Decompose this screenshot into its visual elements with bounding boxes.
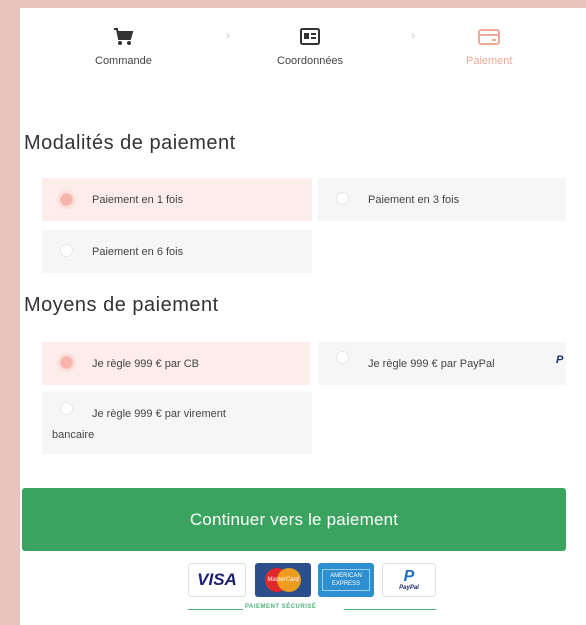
option-label-line-1: Je règle 999 € par virement: [92, 408, 226, 420]
paypal-icon: P: [556, 354, 564, 366]
option-paiement-3-fois[interactable]: Paiement en 3 fois: [318, 178, 566, 221]
step-coordonnees-label: Coordonnées: [277, 55, 344, 67]
secure-payment-label: PAIEMENT SÉCURISÉ: [245, 604, 317, 610]
option-paiement-6-fois[interactable]: Paiement en 6 fois: [42, 230, 312, 273]
radio[interactable]: [60, 244, 73, 257]
credit-card-icon: [477, 24, 501, 50]
amex-logo: AMERICAN EXPRESS: [318, 563, 374, 597]
option-virement[interactable]: Je règle 999 € par virement bancaire: [42, 392, 312, 454]
cart-icon: [112, 24, 134, 50]
paypal-logo: P PayPal: [382, 563, 436, 597]
option-label: Je règle 999 € par PayPal: [368, 358, 495, 370]
moyens-title: Moyens de paiement: [24, 294, 219, 316]
divider: [188, 609, 243, 610]
modalites-title: Modalités de paiement: [24, 132, 236, 154]
step-commande[interactable]: Commande: [95, 24, 152, 67]
step-paiement-label: Paiement: [466, 55, 513, 67]
option-label-line-2: bancaire: [52, 429, 95, 441]
id-card-icon: [299, 24, 321, 50]
option-label: Je règle 999 € par virement bancaire: [42, 392, 312, 454]
option-label: Je règle 999 € par CB: [92, 358, 200, 370]
radio[interactable]: [336, 192, 349, 205]
radio-selected[interactable]: [60, 356, 73, 369]
mastercard-logo: MasterCard: [255, 563, 311, 597]
option-label: Paiement en 3 fois: [368, 194, 460, 206]
chevron-right-icon: ›: [411, 28, 415, 42]
visa-logo: VISA: [188, 563, 246, 597]
option-paiement-1-fois[interactable]: Paiement en 1 fois: [42, 178, 312, 221]
step-coordonnees[interactable]: Coordonnées: [277, 24, 343, 67]
step-commande-label: Commande: [95, 55, 152, 67]
option-cb[interactable]: Je règle 999 € par CB: [42, 342, 310, 385]
step-paiement[interactable]: Paiement: [466, 24, 512, 67]
continue-payment-button[interactable]: Continuer vers le paiement: [22, 488, 566, 551]
chevron-right-icon: ›: [226, 28, 230, 42]
radio-selected[interactable]: [60, 193, 73, 206]
option-label: Paiement en 6 fois: [92, 246, 184, 258]
option-paypal[interactable]: Je règle 999 € par PayPal P: [318, 342, 566, 385]
divider: [344, 609, 436, 610]
radio[interactable]: [336, 351, 349, 364]
option-label: Paiement en 1 fois: [92, 194, 184, 206]
